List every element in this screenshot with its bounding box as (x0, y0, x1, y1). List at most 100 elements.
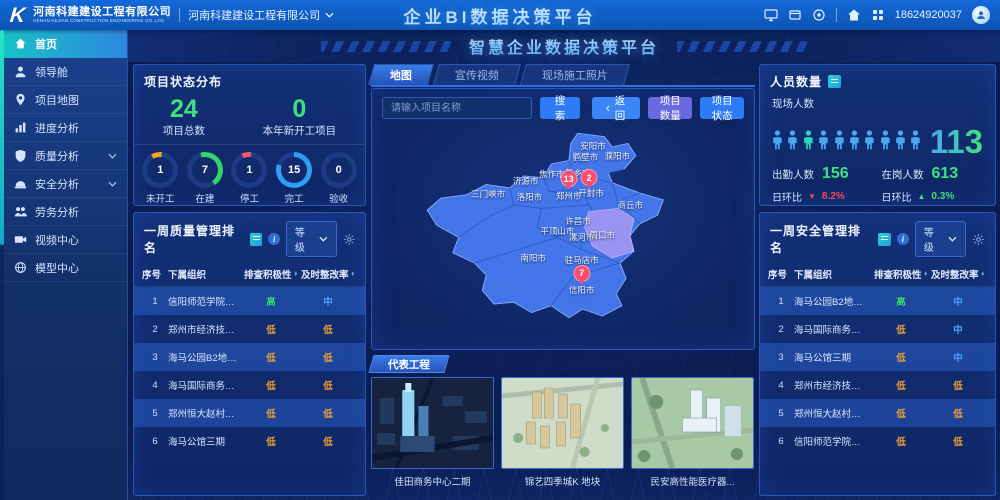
city-label[interactable]: 商丘市 (618, 199, 644, 211)
row-organization: 海马国际商务中心A1地... (168, 378, 243, 392)
total-projects-value: 24 (163, 96, 205, 122)
city-label[interactable]: 濮阳市 (604, 150, 630, 162)
table-row[interactable]: 5郑州恒大赵村安置区A-0...低低 (760, 399, 995, 427)
user-avatar[interactable] (972, 6, 990, 24)
sort-icon[interactable]: ▲▼ (294, 272, 298, 277)
row-rectify-level: 低 (929, 378, 987, 392)
tab-site-photos[interactable]: 现场施工照片 (520, 64, 630, 85)
report-icon (828, 75, 841, 88)
ring-chart: 1 (231, 152, 267, 188)
city-label[interactable]: 鹤壁市 (573, 151, 599, 163)
city-label[interactable]: 三门峡市 (471, 188, 505, 200)
sidebar-item-progress[interactable]: 进度分析 (0, 114, 127, 142)
chevron-left-icon (606, 104, 610, 113)
sidebar-item-video[interactable]: 视频中心 (0, 226, 127, 254)
row-activity-level: 低 (243, 378, 299, 392)
row-activity-level: 高 (873, 294, 929, 308)
project-image[interactable] (371, 377, 494, 469)
table-row[interactable]: 4海马国际商务中心A1地...低低 (134, 371, 365, 399)
city-label[interactable]: 济源市 (513, 175, 539, 187)
grid-icon[interactable] (871, 8, 885, 22)
row-activity-level: 低 (873, 434, 929, 448)
table-row[interactable]: 2郑州市经济技术开发区青...低低 (134, 315, 365, 343)
ring-chart: 0 (321, 152, 357, 188)
city-label[interactable]: 南阳市 (520, 252, 546, 264)
sort-icon[interactable]: ▲▼ (981, 272, 985, 277)
col-org: 下属组织 (794, 267, 873, 281)
table-row[interactable]: 6海马公馆三期低低 (134, 427, 365, 455)
target-icon[interactable] (812, 8, 826, 22)
level-filter-label: 等级 (924, 224, 944, 254)
sidebar-item-quality[interactable]: 质量分析 (0, 142, 127, 170)
search-button[interactable]: 搜索 (540, 97, 580, 119)
person-icon (803, 123, 814, 157)
page-banner: 智慧企业数据决策平台 (128, 30, 1000, 62)
row-index: 4 (768, 380, 794, 391)
row-activity-level: 低 (873, 406, 929, 420)
ratio-down: 日环比 ▼ 8.2% (772, 189, 874, 204)
quality-ranking-panel: 一周质量管理排名 i 等级 序号 下属组织 排查积极性▲▼ 及时整改率▲▼ 1信… (133, 212, 366, 496)
home-icon[interactable] (847, 8, 861, 22)
table-row[interactable]: 1信阳师范学院淮河校区二...高中 (134, 287, 365, 315)
row-organization: 郑州市经济技术开发区青... (168, 322, 243, 336)
city-label[interactable]: 驻马店市 (565, 254, 599, 266)
project-count-marker[interactable]: 2 (581, 169, 598, 186)
row-organization: 海马公园B2地块二期 (168, 350, 243, 364)
person-icon (895, 123, 906, 157)
gear-icon[interactable] (343, 233, 355, 246)
tab-map[interactable]: 地图 (368, 64, 434, 85)
project-status-button[interactable]: 项目状态 (700, 97, 744, 119)
table-row[interactable]: 2海马国际商务中心A1地...低中 (760, 315, 995, 343)
level-filter-select[interactable]: 等级 (286, 221, 337, 257)
henan-province-map[interactable]: 安阳市鹤壁市濮阳市焦作市新乡市济源市三门峡市洛阳市郑州市开封市商丘市许昌市平顶山… (376, 123, 750, 345)
row-index: 3 (142, 352, 168, 363)
project-image[interactable] (501, 377, 624, 469)
info-icon[interactable]: i (897, 233, 909, 245)
labor-icon (14, 205, 27, 218)
row-index: 6 (768, 436, 794, 447)
project-count-marker[interactable]: 13 (560, 170, 577, 187)
chevron-down-icon (319, 236, 328, 242)
sidebar-item-project-map[interactable]: 项目地图 (0, 86, 127, 114)
sort-icon[interactable]: ▲▼ (924, 272, 928, 277)
project-image[interactable] (631, 377, 754, 469)
col-rectify: 及时整改率 (301, 267, 349, 281)
table-row[interactable]: 3海马公馆三期低中 (760, 343, 995, 371)
row-rectify-level: 低 (929, 434, 987, 448)
projects-tab[interactable]: 代表工程 (368, 355, 449, 373)
onsite-count-value: 113 (930, 127, 983, 157)
table-row[interactable]: 1海马公园B2地块二期高中 (760, 287, 995, 315)
city-label[interactable]: 信阳市 (569, 284, 595, 296)
level-filter-select[interactable]: 等级 (915, 221, 966, 257)
sidebar-item-home[interactable]: 首页 (0, 30, 127, 58)
table-row[interactable]: 3海马公园B2地块二期低低 (134, 343, 365, 371)
gear-icon[interactable] (972, 233, 985, 246)
sort-icon[interactable]: ▲▼ (351, 272, 355, 277)
scrollbar-thumb[interactable] (0, 30, 4, 245)
project-count-marker[interactable]: 7 (573, 265, 590, 282)
back-button[interactable]: 返回 (592, 97, 641, 119)
row-rectify-level: 低 (299, 434, 357, 448)
sidebar-item-model[interactable]: 模型中心 (0, 254, 127, 282)
city-label[interactable]: 洛阳市 (517, 191, 543, 203)
tab-promo-video[interactable]: 宣传视频 (433, 64, 521, 85)
sidebar-scrollbar[interactable] (0, 30, 4, 500)
info-icon[interactable]: i (268, 233, 280, 245)
safety-table-body: 1海马公园B2地块二期高中2海马国际商务中心A1地...低中3海马公馆三期低中4… (760, 287, 995, 455)
city-label[interactable]: 周口市 (590, 229, 616, 241)
home-icon (14, 37, 27, 50)
top-header: K 河南科建建设工程有限公司 HENAN KEJIAN CONSTRUCTION… (0, 0, 1000, 30)
sidebar-item-safety[interactable]: 安全分析 (0, 170, 127, 198)
onsite-count-label: 现场人数 (760, 94, 995, 111)
table-row[interactable]: 6信阳师范学院淮河校区二...低低 (760, 427, 995, 455)
monitor-icon[interactable] (764, 8, 778, 22)
table-row[interactable]: 4郑州市经济技术开发区青...低低 (760, 371, 995, 399)
project-count-button[interactable]: 项目数量 (648, 97, 692, 119)
ring-chart: 15 (276, 152, 312, 188)
sidebar-item-labor[interactable]: 劳务分析 (0, 198, 127, 226)
search-input[interactable] (382, 97, 532, 119)
sidebar-item-leader[interactable]: 领导舱 (0, 58, 127, 86)
company-selector[interactable]: 河南科建建设工程有限公司 (188, 7, 334, 23)
table-row[interactable]: 5郑州恒大赵村安置区A-0...低低 (134, 399, 365, 427)
window-icon[interactable] (788, 8, 802, 22)
